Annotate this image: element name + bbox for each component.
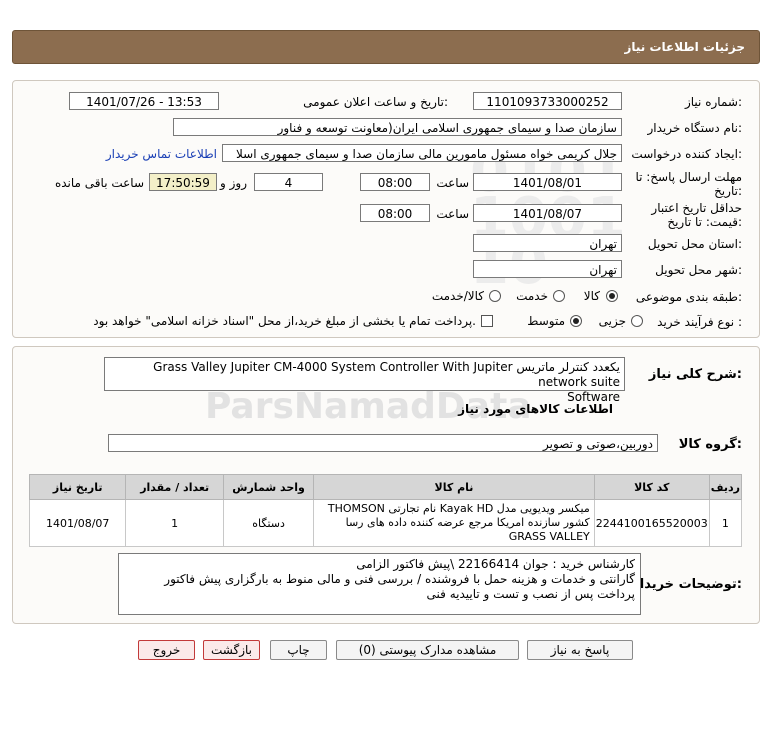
goods-group-label: گروه کالا:: [678, 437, 742, 452]
goods-info-title: اطلاعات کالاهای مورد نیاز: [458, 402, 613, 416]
category-both-label: کالا/خدمت: [431, 289, 484, 303]
category-radio-both[interactable]: [489, 290, 501, 302]
col-name: نام کالا: [313, 474, 595, 500]
deadline-label-2: تاریخ:: [714, 184, 742, 198]
buyer-notes-field: کارشناس خرید : جوان 22166414 \پیش فاکتور…: [118, 553, 641, 615]
deadline-label-1: مهلت ارسال پاسخ: تا: [635, 170, 742, 184]
announce-label: تاریخ و ساعت اعلان عمومی:: [303, 95, 448, 109]
cell-code: 2244100165520003: [593, 499, 710, 547]
buyer-note-line-3: پرداخت پس از نصب و تست و تاییدیه فنی: [426, 587, 635, 601]
deadline-time-label: ساعت: [436, 176, 469, 190]
process-minor-label: جزیی: [598, 314, 626, 328]
creator-field: جلال کریمی خواه مسئول مامورین مالی سازما…: [222, 144, 622, 162]
buyer-note-line-1: کارشناس خرید : جوان 22166414 \پیش فاکتور…: [356, 557, 635, 571]
col-unit: واحد شمارش: [222, 474, 315, 500]
goods-table: تاریخ نیاز تعداد / مقدار واحد شمارش نام …: [28, 474, 743, 547]
treasury-payment-label: پرداخت تمام یا بخشی از مبلغ خرید،از محل …: [93, 314, 476, 328]
category-radio-service[interactable]: [553, 290, 565, 302]
category-service-label: خدمت: [516, 289, 548, 303]
summary-label: شرح کلی نیاز:: [648, 367, 742, 382]
process-label: نوع فرآیند خرید :: [657, 315, 742, 329]
remaining-time-field: 17:50:59: [149, 173, 217, 191]
cell-unit: دستگاه: [222, 499, 315, 547]
city-label: شهر محل تحویل:: [655, 263, 742, 277]
col-code: کد کالا: [593, 474, 710, 500]
validity-date-field: 1401/08/07: [473, 204, 622, 222]
buyer-org-field: سازمان صدا و سیمای جمهوری اسلامی ایران(م…: [173, 118, 622, 136]
need-number-field: 1101093733000252: [473, 92, 622, 110]
exit-button[interactable]: خروج: [138, 640, 195, 660]
cell-row: 1: [708, 499, 743, 547]
process-radio-medium[interactable]: [570, 315, 582, 327]
announce-field: 1401/07/26 - 13:53: [69, 92, 219, 110]
buyer-notes-label: توضیحات خریدار:: [632, 577, 742, 592]
cell-name: میکسر ویدیویی مدل Kayak HD نام تجارتی TH…: [313, 499, 595, 547]
cell-qty: 1: [125, 499, 224, 547]
summary-line-1: یکعدد کنترلر ماتریس Grass Valley Jupiter…: [153, 360, 620, 389]
category-goods-label: کالا: [583, 289, 600, 303]
reply-button[interactable]: پاسخ به نیاز: [527, 640, 633, 660]
col-date: تاریخ نیاز: [28, 474, 127, 500]
process-medium-label: متوسط: [527, 314, 565, 328]
buyer-org-label: نام دستگاه خریدار:: [647, 121, 743, 135]
days-field: 4: [254, 173, 323, 191]
goods-group-field: دوربین،صوتی و تصویر: [108, 434, 658, 452]
category-radio-goods[interactable]: [606, 290, 618, 302]
col-row: ردیف: [708, 474, 743, 500]
summary-field: یکعدد کنترلر ماتریس Grass Valley Jupiter…: [104, 357, 625, 404]
goods-table-header: تاریخ نیاز تعداد / مقدار واحد شمارش نام …: [28, 474, 743, 500]
days-label: روز و: [220, 176, 247, 190]
page-header: جزئیات اطلاعات نیاز: [12, 30, 760, 64]
validity-time-field: 08:00: [360, 204, 430, 222]
table-row: 1401/08/07 1 دستگاه میکسر ویدیویی مدل Ka…: [28, 499, 743, 547]
validity-label-2: قیمت: تا تاریخ:: [667, 215, 742, 229]
category-label: طبقه بندی موضوعی:: [635, 290, 742, 304]
need-number-label: شماره نیاز:: [684, 95, 742, 109]
process-radio-minor[interactable]: [631, 315, 643, 327]
validity-time-label: ساعت: [436, 207, 469, 221]
page-title: جزئیات اطلاعات نیاز: [624, 40, 745, 54]
cell-date: 1401/08/07: [28, 499, 127, 547]
creator-label: ایجاد کننده درخواست:: [631, 147, 742, 161]
province-label: استان محل تحویل:: [647, 237, 742, 251]
validity-label-1: حداقل تاریخ اعتبار: [651, 201, 742, 215]
city-field: تهران: [473, 260, 622, 278]
col-qty: تعداد / مقدار: [125, 474, 224, 500]
province-field: تهران: [473, 234, 622, 252]
treasury-payment-checkbox[interactable]: [481, 315, 493, 327]
remaining-time-label: ساعت باقی مانده: [54, 176, 144, 190]
contact-buyer-link[interactable]: اطلاعات تماس خریدار: [106, 147, 217, 161]
print-button[interactable]: چاپ: [270, 640, 327, 660]
buyer-note-line-2: گارانتی و خدمات و هزینه حمل با فروشنده /…: [164, 572, 635, 586]
deadline-date-field: 1401/08/01: [473, 173, 622, 191]
attachments-button[interactable]: مشاهده مدارک پیوستی (0): [336, 640, 519, 660]
deadline-time-field: 08:00: [360, 173, 430, 191]
back-button[interactable]: بازگشت: [203, 640, 260, 660]
